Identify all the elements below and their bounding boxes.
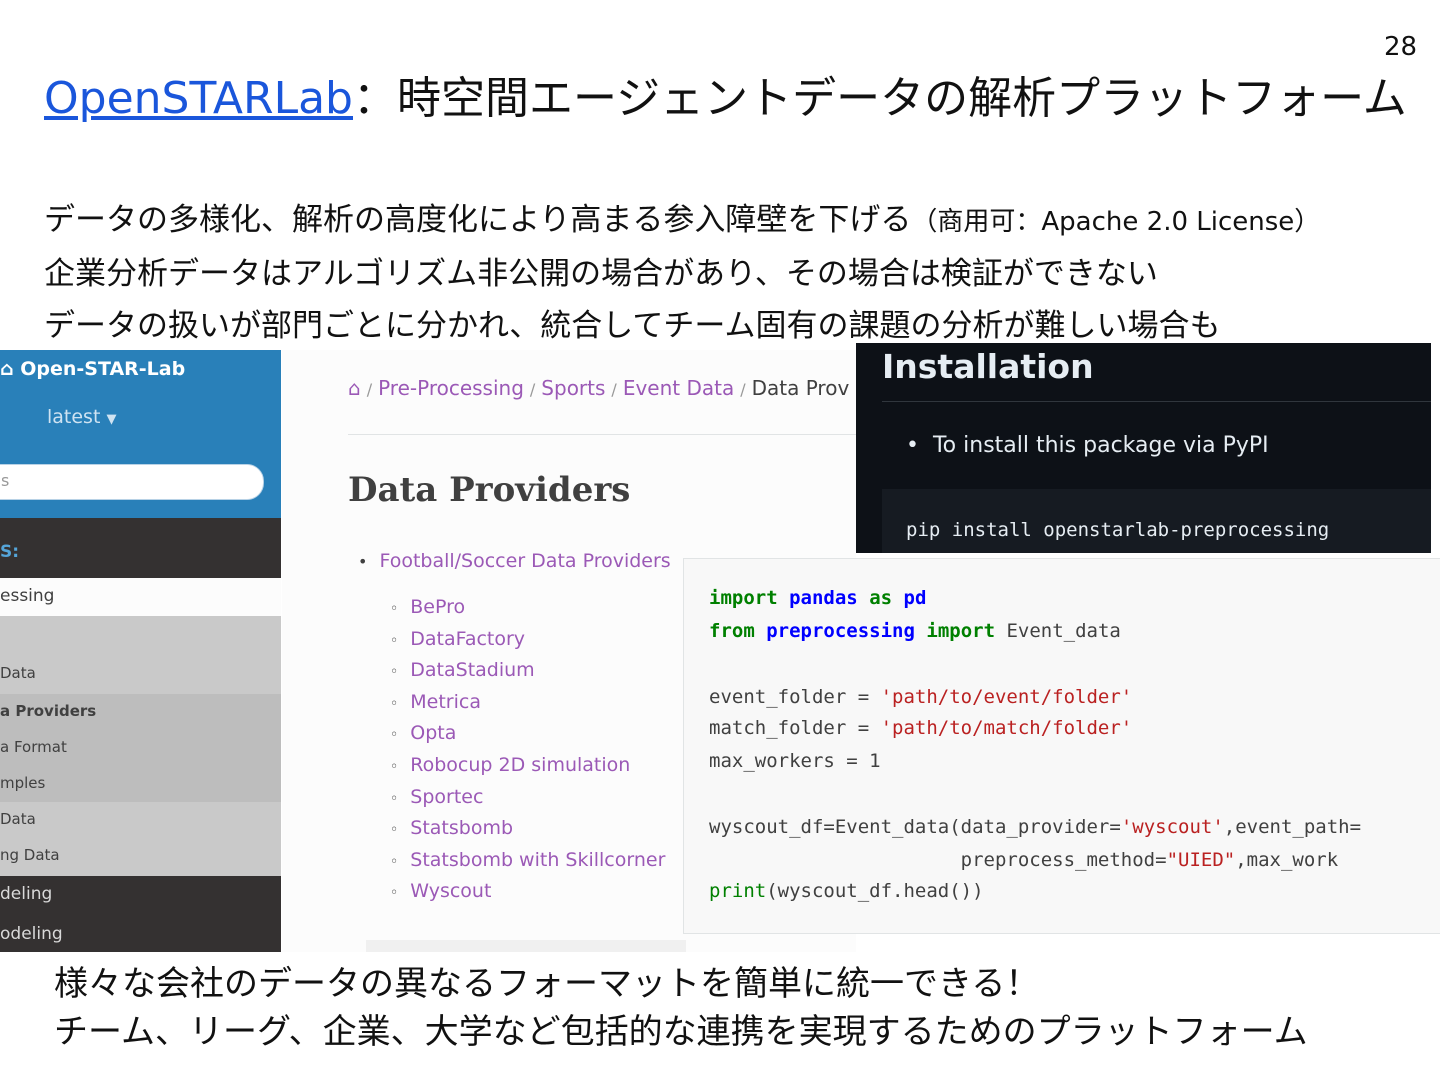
breadcrumb-separator: / (611, 380, 617, 399)
breadcrumb-sports[interactable]: Sports (541, 376, 605, 400)
toc-provider-link[interactable]: Statsbomb (390, 817, 513, 839)
code-text: (wyscout_df.head()) (766, 880, 984, 902)
sidebar-item-current-label: essing (0, 586, 55, 606)
toc-provider-link[interactable]: Opta (390, 722, 456, 744)
sidebar-item-data[interactable]: Data (0, 664, 36, 682)
license-note: （商用可：Apache 2.0 License） (911, 207, 1321, 237)
home-icon[interactable]: ⌂ (348, 376, 361, 400)
code-keyword: import (709, 587, 778, 609)
install-command: pip install openstarlab-preprocessing (906, 519, 1330, 541)
bottom-summary: 様々な会社のデータの異なるフォーマットを簡単に統一できる！ チーム、リーグ、企業… (54, 960, 1308, 1056)
sidebar-item-space-data[interactable]: Data (0, 810, 36, 828)
code-line-8: print(wyscout_df.head()) (709, 880, 984, 902)
code-text: ,event_path= (1223, 816, 1362, 838)
content-footer-strip (366, 940, 686, 952)
provider-toc: Football/Soccer Data Providers BePro Dat… (358, 550, 670, 902)
code-string: 'path/to/event/folder' (880, 686, 1133, 708)
summary-line-1: 様々な会社のデータの異なるフォーマットを簡単に統一できる！ (54, 964, 1040, 1004)
breadcrumb: ⌂ / Pre-Processing / Sports / Event Data / Data … (348, 376, 849, 400)
slide-title: OpenSTARLab：時空間エージェントデータの解析プラットフォーム (44, 62, 1407, 126)
breadcrumb-event-data[interactable]: Event Data (623, 376, 734, 400)
code-line-1: import pandas as pd (709, 587, 926, 609)
sidebar-caption: S: (0, 542, 20, 562)
toc-provider-link[interactable]: Robocup 2D simulation (390, 754, 630, 776)
bullet-1-text: データの多様化、解析の高度化により高まる参入障壁を下げる (44, 202, 912, 238)
sidebar-item-modeling[interactable]: deling (0, 884, 52, 904)
code-module: pandas (789, 587, 858, 609)
caret-down-icon: ▼ (106, 412, 117, 427)
bullet-list: データの多様化、解析の高度化により高まる参入障壁を下げる（商用可：Apache … (44, 194, 1320, 352)
sidebar-item-current[interactable]: essing (0, 578, 281, 616)
code-string: 'path/to/match/folder' (880, 717, 1133, 739)
brand-link[interactable]: ⌂ Open-STAR-Lab (0, 358, 185, 380)
toc-provider-link[interactable]: Metrica (390, 691, 481, 713)
toc-football-link[interactable]: Football/Soccer Data Providers (358, 550, 670, 572)
code-line-6: wyscout_df=Event_data(data_provider='wys… (709, 816, 1361, 838)
sidebar-item-data-format[interactable]: a Format (0, 738, 67, 756)
installation-divider (882, 401, 1431, 402)
page-number: 28 (1384, 32, 1418, 62)
installation-heading: Installation (882, 347, 1094, 386)
sidebar-subtree: Data a Providers a Format mples Data ng … (0, 616, 281, 876)
code-text: match_folder = (709, 717, 881, 739)
code-keyword: import (926, 620, 996, 642)
code-line-2: from preprocessing import Event_data (709, 620, 1121, 642)
code-line-5: max_workers = 1 (709, 750, 881, 772)
code-keyword: from (709, 620, 755, 642)
code-text: event_folder = (709, 686, 881, 708)
install-command-block[interactable]: pip install openstarlab-preprocessing (882, 489, 1431, 553)
sidebar-header: ⌂ Open-STAR-Lab latest ▼ s (0, 350, 281, 518)
search-input[interactable]: s (0, 464, 264, 500)
breadcrumb-separator: / (740, 380, 746, 399)
code-line-3: event_folder = 'path/to/event/folder' (709, 686, 1132, 708)
code-string: "UIED" (1166, 849, 1236, 871)
docs-sidebar: ⌂ Open-STAR-Lab latest ▼ s S: essing Dat… (0, 350, 281, 952)
version-text: latest (47, 406, 101, 428)
installation-item: To install this package via PyPI (906, 433, 1269, 458)
code-line-7: preprocess_method="UIED",max_work (709, 849, 1339, 871)
bullet-2: 企業分析データはアルゴリズム非公開の場合があり、その場合は検証ができない (44, 256, 1158, 292)
breadcrumb-current: Data Prov (751, 376, 850, 400)
summary-line-2: チーム、リーグ、企業、大学など包括的な連携を実現するためのプラットフォーム (54, 1012, 1308, 1052)
code-module: preprocessing (766, 620, 915, 642)
code-keyword: as (869, 587, 893, 609)
code-builtin: print (709, 880, 767, 902)
code-string: 'wyscout' (1120, 816, 1224, 838)
breadcrumb-pre-processing[interactable]: Pre-Processing (378, 376, 524, 400)
brand-text: Open-STAR-Lab (20, 358, 186, 380)
openstarlab-link[interactable]: OpenSTARLab (44, 73, 353, 124)
sidebar-item-data-providers[interactable]: a Providers (0, 702, 96, 720)
toc-provider-link[interactable]: DataFactory (390, 628, 525, 650)
code-name: Event_data (1006, 620, 1121, 642)
toc-provider-link[interactable]: Sportec (390, 786, 483, 808)
code-module: pd (903, 587, 927, 609)
sidebar-item-examples[interactable]: mples (0, 774, 45, 792)
installation-panel: Installation To install this package via… (856, 343, 1431, 553)
page-heading: Data Providers (348, 470, 631, 510)
breadcrumb-separator: / (529, 380, 536, 399)
code-text: wyscout_df=Event_data(data_provider= (709, 816, 1121, 838)
code-text: ,max_work (1235, 849, 1339, 871)
title-text: ：時空間エージェントデータの解析プラットフォーム (353, 73, 1407, 124)
toc-provider-link[interactable]: BePro (390, 596, 465, 618)
code-line-4: match_folder = 'path/to/match/folder' (709, 717, 1132, 739)
toc-provider-link[interactable]: DataStadium (390, 659, 534, 681)
code-example-block[interactable]: import pandas as pd from preprocessing i… (683, 558, 1440, 934)
sidebar-item-tracking-data[interactable]: ng Data (0, 846, 60, 864)
toc-provider-link[interactable]: Wyscout (390, 880, 491, 902)
search-placeholder: s (1, 471, 10, 490)
breadcrumb-separator: / (366, 380, 373, 399)
version-selector[interactable]: latest ▼ (47, 406, 116, 428)
home-icon: ⌂ (0, 358, 14, 380)
sidebar-item-rl-modeling[interactable]: odeling (0, 924, 63, 944)
code-text: preprocess_method= (709, 849, 1167, 871)
bullet-1: データの多様化、解析の高度化により高まる参入障壁を下げる（商用可：Apache … (44, 194, 1320, 248)
header-divider (348, 434, 856, 435)
toc-provider-link[interactable]: Statsbomb with Skillcorner (390, 849, 665, 871)
